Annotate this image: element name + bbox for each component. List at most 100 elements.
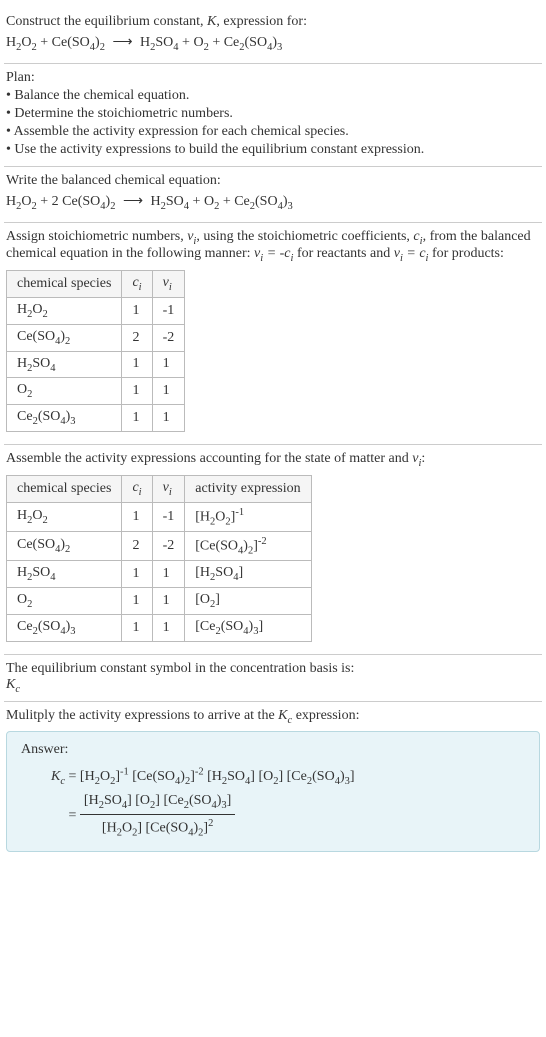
cell-species: Ce2(SO4)3: [7, 615, 122, 642]
plan-heading: Plan:: [6, 70, 540, 86]
cell-species: Ce2(SO4)3: [7, 405, 122, 432]
multiply-text: Mulitply the activity expressions to arr…: [6, 708, 278, 723]
cell-expr: [H2O2]-1: [185, 502, 311, 531]
cell-ci: 1: [122, 378, 152, 405]
cell-species: H2O2: [7, 297, 122, 324]
kcsymbol-heading: The equilibrium constant symbol in the c…: [6, 661, 540, 677]
balanced-section: Write the balanced chemical equation: H2…: [4, 166, 542, 222]
kc-denominator: [H2O2] [Ce(SO4)2]2: [80, 815, 235, 841]
multiply-text: expression:: [292, 708, 359, 723]
table-row: O2 1 1: [7, 378, 185, 405]
cell-species: H2O2: [7, 502, 122, 531]
cell-nui: 1: [152, 615, 185, 642]
cell-ci: 1: [122, 615, 152, 642]
cell-nui: -2: [152, 532, 185, 561]
activity-section: Assemble the activity expressions accoun…: [4, 444, 542, 654]
intro-text: Construct the equilibrium constant, K, e…: [6, 14, 540, 30]
multiply-section: Mulitply the activity expressions to arr…: [4, 701, 542, 865]
plan-item: • Determine the stoichiometric numbers.: [6, 106, 540, 122]
cell-nui: -1: [152, 502, 185, 531]
table-row: H2SO4 1 1 [H2SO4]: [7, 561, 312, 588]
col-expr: activity expression: [185, 475, 311, 502]
intro-section: Construct the equilibrium constant, K, e…: [4, 8, 542, 63]
balanced-equation: H2O2 + 2 Ce(SO4)2 ⟶ H2SO4 + O2 + Ce2(SO4…: [6, 193, 540, 212]
col-ci: ci: [122, 271, 152, 298]
cell-nui: -2: [152, 324, 185, 351]
kcsymbol-symbol: Kc: [6, 677, 540, 695]
cell-nui: 1: [152, 378, 185, 405]
kc-fraction: [H2SO4] [O2] [Ce2(SO4)3] [H2O2] [Ce(SO4)…: [80, 790, 235, 842]
multiply-heading: Mulitply the activity expressions to arr…: [6, 708, 540, 726]
stoich-text: for products:: [428, 246, 503, 261]
table-row: Ce(SO4)2 2 -2 [Ce(SO4)2]-2: [7, 532, 312, 561]
table-row: Ce2(SO4)3 1 1 [Ce2(SO4)3]: [7, 615, 312, 642]
activity-table: chemical species ci νi activity expressi…: [6, 475, 312, 642]
table-row: Ce2(SO4)3 1 1: [7, 405, 185, 432]
table-row: O2 1 1 [O2]: [7, 588, 312, 615]
stoich-table: chemical species ci νi H2O2 1 -1 Ce(SO4)…: [6, 270, 185, 432]
table-row: H2O2 1 -1 [H2O2]-1: [7, 502, 312, 531]
cell-ci: 2: [122, 532, 152, 561]
kc-lhs: Kc: [51, 769, 65, 784]
table-row: Ce(SO4)2 2 -2: [7, 324, 185, 351]
plan-item: • Assemble the activity expression for e…: [6, 124, 540, 140]
kcsymbol-section: The equilibrium constant symbol in the c…: [4, 654, 542, 701]
cell-species: O2: [7, 378, 122, 405]
answer-label: Answer:: [21, 742, 525, 758]
col-nui: νi: [152, 271, 185, 298]
plan-item: • Use the activity expressions to build …: [6, 142, 540, 158]
cell-ci: 1: [122, 588, 152, 615]
cell-ci: 1: [122, 351, 152, 378]
plan-list: • Balance the chemical equation. • Deter…: [6, 88, 540, 158]
cell-nui: -1: [152, 297, 185, 324]
rel-react: νi = -ci: [254, 246, 293, 261]
col-species: chemical species: [7, 475, 122, 502]
balanced-heading: Write the balanced chemical equation:: [6, 173, 540, 189]
stoich-text: for reactants and: [293, 246, 393, 261]
plan-item: • Balance the chemical equation.: [6, 88, 540, 104]
kc-expression: Kc = [H2O2]-1 [Ce(SO4)2]-2 [H2SO4] [O2] …: [21, 764, 525, 841]
cell-expr: [O2]: [185, 588, 311, 615]
table-header-row: chemical species ci νi activity expressi…: [7, 475, 312, 502]
nui-symbol: νi: [187, 229, 196, 244]
table-row: H2SO4 1 1: [7, 351, 185, 378]
cell-expr: [Ce(SO4)2]-2: [185, 532, 311, 561]
cell-expr: [Ce2(SO4)3]: [185, 615, 311, 642]
plan-section: Plan: • Balance the chemical equation. •…: [4, 63, 542, 166]
col-ci: ci: [122, 475, 152, 502]
answer-box: Answer: Kc = [H2O2]-1 [Ce(SO4)2]-2 [H2SO…: [6, 731, 540, 852]
rel-prod: νi = ci: [394, 246, 429, 261]
activity-text: Assemble the activity expressions accoun…: [6, 451, 412, 466]
stoich-text: , using the stoichiometric coefficients,: [196, 229, 413, 244]
kc-symbol: Kc: [278, 708, 292, 723]
activity-text: :: [421, 451, 425, 466]
col-species: chemical species: [7, 271, 122, 298]
intro-line1b: , expression for:: [216, 14, 307, 29]
cell-expr: [H2SO4]: [185, 561, 311, 588]
cell-nui: 1: [152, 405, 185, 432]
table-header-row: chemical species ci νi: [7, 271, 185, 298]
intro-k: K: [207, 14, 216, 29]
kc-line1: = [H2O2]-1 [Ce(SO4)2]-2 [H2SO4] [O2] [Ce…: [69, 769, 355, 784]
intro-line1: Construct the equilibrium constant,: [6, 14, 207, 29]
table-row: H2O2 1 -1: [7, 297, 185, 324]
cell-species: H2SO4: [7, 561, 122, 588]
cell-ci: 2: [122, 324, 152, 351]
cell-ci: 1: [122, 502, 152, 531]
cell-nui: 1: [152, 588, 185, 615]
stoich-text: Assign stoichiometric numbers,: [6, 229, 187, 244]
ci-symbol: ci: [413, 229, 422, 244]
cell-ci: 1: [122, 561, 152, 588]
cell-species: Ce(SO4)2: [7, 532, 122, 561]
cell-nui: 1: [152, 561, 185, 588]
stoich-heading: Assign stoichiometric numbers, νi, using…: [6, 229, 540, 265]
stoich-section: Assign stoichiometric numbers, νi, using…: [4, 222, 542, 444]
kc-numerator: [H2SO4] [O2] [Ce2(SO4)3]: [80, 790, 235, 816]
kc-eq2: =: [69, 808, 80, 823]
activity-heading: Assemble the activity expressions accoun…: [6, 451, 540, 469]
intro-equation: H2O2 + Ce(SO4)2 ⟶ H2SO4 + O2 + Ce2(SO4)3: [6, 34, 540, 53]
cell-species: H2SO4: [7, 351, 122, 378]
cell-species: O2: [7, 588, 122, 615]
col-nui: νi: [152, 475, 185, 502]
cell-nui: 1: [152, 351, 185, 378]
